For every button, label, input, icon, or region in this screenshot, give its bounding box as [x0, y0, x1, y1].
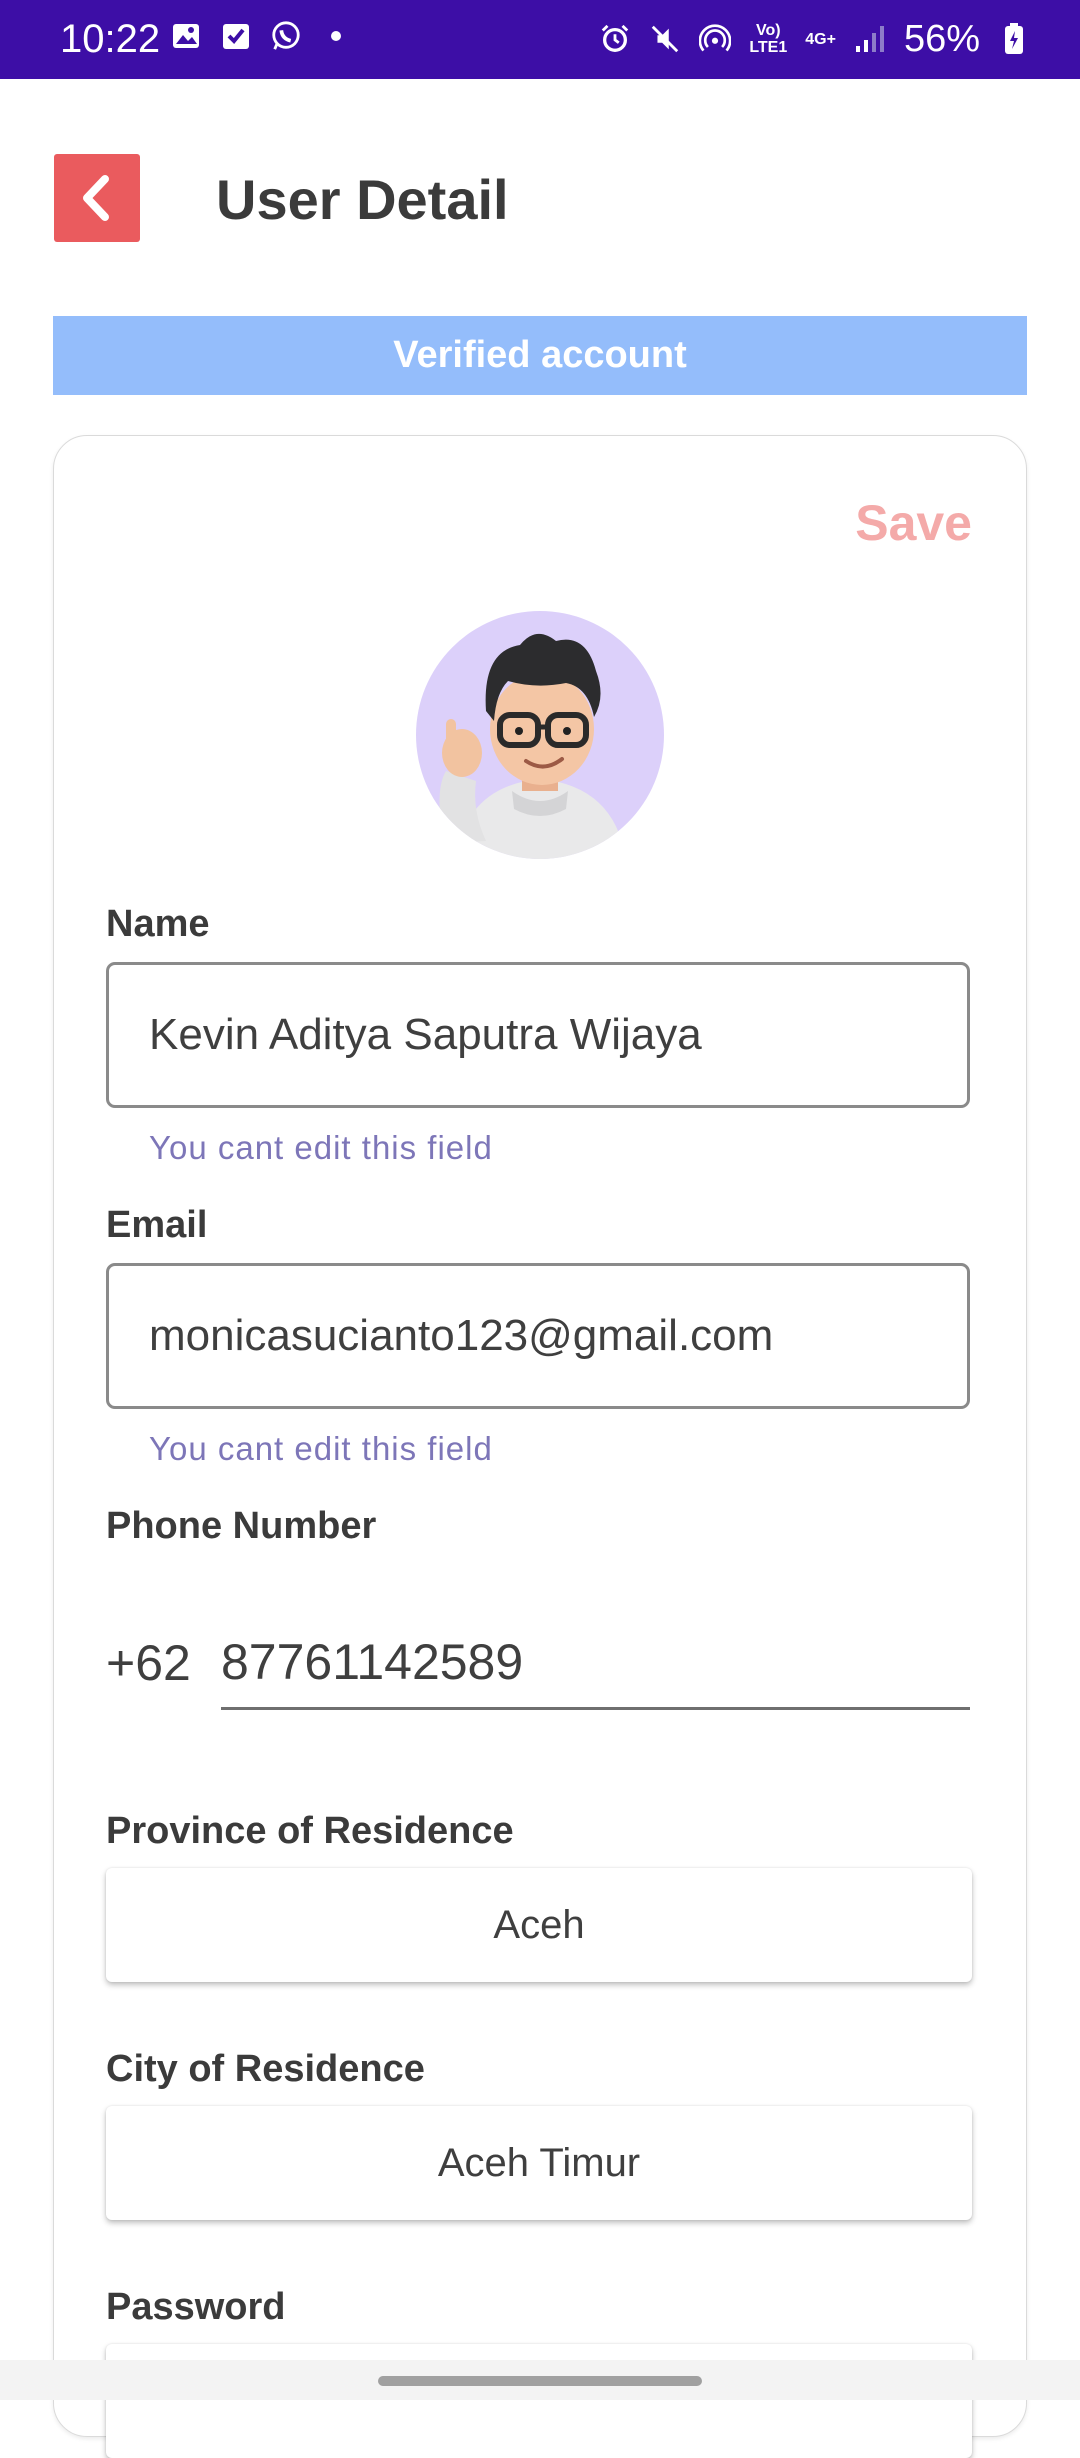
- name-helper-text: You cant edit this field: [149, 1129, 493, 1166]
- whatsapp-icon: [270, 20, 302, 52]
- memoji-avatar-image: [439, 633, 626, 859]
- name-value: Kevin Aditya Saputra Wijaya: [149, 1010, 702, 1059]
- avatar[interactable]: [416, 611, 664, 859]
- verified-banner: Verified account: [53, 316, 1027, 395]
- mute-icon: [649, 23, 681, 55]
- image-icon: [170, 20, 202, 52]
- volte-label: Vo): [755, 22, 781, 39]
- city-select[interactable]: Aceh Timur: [106, 2106, 972, 2220]
- province-label: Province of Residence: [106, 1810, 514, 1852]
- check-icon: [220, 20, 252, 52]
- country-code: +62: [106, 1635, 191, 1691]
- name-field[interactable]: Kevin Aditya Saputra Wijaya: [106, 962, 970, 1108]
- email-field[interactable]: monicasucianto123@gmail.com: [106, 1263, 970, 1409]
- email-helper-text: You cant edit this field: [149, 1430, 493, 1467]
- page-title: User Detail: [216, 168, 509, 231]
- save-button[interactable]: Save: [855, 494, 972, 552]
- status-time: 10:22: [60, 17, 161, 61]
- email-label: Email: [106, 1204, 208, 1246]
- hotspot-icon: [699, 23, 732, 55]
- signal-type-label: 4G+: [805, 30, 836, 48]
- city-value: Aceh Timur: [437, 2140, 641, 2185]
- system-icons: Vo) LTE1 4G+ 56%: [599, 14, 1030, 64]
- province-value: Aceh: [493, 1902, 585, 1947]
- lte-label: LTE1: [749, 39, 788, 56]
- email-value: monicasucianto123@gmail.com: [149, 1311, 774, 1360]
- phone-input[interactable]: 87761142589: [221, 1626, 970, 1710]
- battery-percent: 56%: [903, 18, 980, 60]
- back-button[interactable]: [54, 154, 140, 242]
- battery-icon: [998, 23, 1030, 55]
- notification-icons: [170, 20, 352, 52]
- signal-icon: [854, 23, 886, 55]
- city-label: City of Residence: [106, 2048, 425, 2090]
- status-bar: 10:22 Vo) LTE1 4G+ 56%: [0, 0, 1080, 79]
- network-indicator: Vo) LTE1: [749, 22, 787, 56]
- password-label: Password: [106, 2286, 286, 2328]
- home-gesture-handle[interactable]: [378, 2376, 702, 2386]
- alarm-icon: [599, 23, 631, 55]
- phone-label: Phone Number: [106, 1505, 377, 1547]
- name-label: Name: [106, 903, 210, 945]
- dot-icon: [320, 20, 352, 52]
- chevron-left-icon: [83, 175, 109, 221]
- province-select[interactable]: Aceh: [106, 1868, 972, 1982]
- user-detail-card: Save Name Kevin Aditya Saputra Wijaya Yo…: [53, 435, 1027, 2458]
